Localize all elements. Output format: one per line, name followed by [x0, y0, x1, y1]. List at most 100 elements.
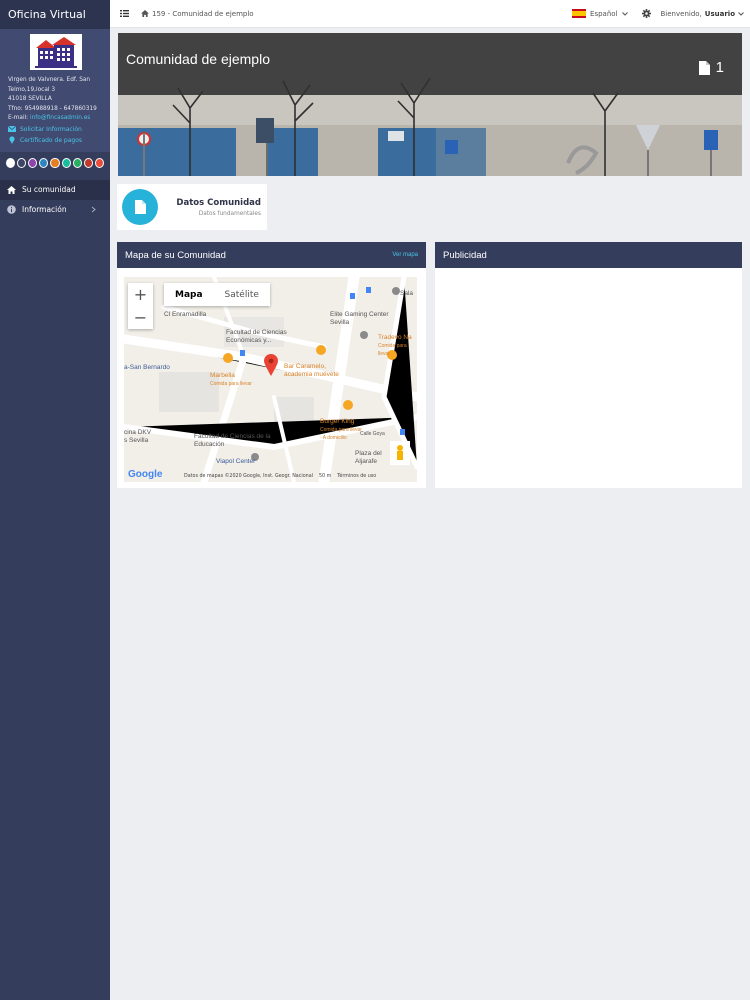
chevron-down-icon [621, 11, 628, 16]
gear-icon[interactable] [641, 9, 651, 18]
map-label: Sala [400, 290, 414, 297]
sidebar-item-su-comunidad[interactable]: Su comunidad [0, 179, 110, 200]
sidebar-item-informacion[interactable]: Información [0, 200, 110, 220]
chevron-down-icon [738, 11, 744, 16]
ver-mapa-link[interactable]: Ver mapa [392, 252, 418, 258]
map-panel-header: Mapa de su Comunidad Ver mapa [117, 242, 426, 268]
map-poi: Marbella Comida para llevar [210, 372, 252, 388]
topbar-right: Español Bienvenido, Usuario [572, 9, 750, 18]
map-poi-sub: Comida para llevar [210, 380, 252, 387]
map-type-satellite-button[interactable]: Satélite [214, 283, 270, 306]
map-label: Cl Enramadilla [164, 311, 207, 318]
map-panel: Mapa de su Comunidad Ver mapa Cl Enramad… [117, 242, 426, 488]
map-label: Calle Goya [360, 431, 385, 437]
theme-swatch[interactable] [94, 157, 104, 168]
map-attribution: Datos de mapas ©2020 Google, Inst. Geogr… [184, 474, 417, 479]
zoom-in-button[interactable]: + [128, 283, 153, 306]
sidebar-nav: Su comunidad Información [0, 179, 110, 220]
community-hero-banner: Comunidad de ejemplo 1 [118, 33, 742, 176]
map-poi-sub: · A domicilio [320, 435, 347, 441]
spain-flag-icon [572, 9, 587, 18]
theme-swatch[interactable] [50, 157, 60, 168]
request-info-link[interactable]: Solicitar Información [8, 124, 104, 135]
map-zoom-control: + − [128, 283, 153, 329]
zoom-out-button[interactable]: − [128, 306, 153, 329]
address-line: Telmo,19,local 3 [8, 86, 56, 93]
card-text: Datos Comunidad Datos fundamentales [176, 198, 261, 217]
email-link[interactable]: info@fincasadmin.es [30, 115, 90, 121]
menu-toggle-icon[interactable] [120, 10, 129, 17]
map-type-map-button[interactable]: Mapa [164, 283, 214, 306]
map-attribution-text: Datos de mapas ©2020 Google, Inst. Geogr… [184, 474, 313, 479]
home-icon [141, 10, 149, 17]
community-title: Comunidad de ejemplo [126, 51, 270, 67]
map-type-control: Mapa Satélite [164, 283, 270, 306]
map-poi-name: Bar Caramelo, [284, 363, 326, 370]
sidebar-item-label: Información [22, 205, 67, 214]
publicidad-panel-header: Publicidad [435, 242, 742, 268]
google-map[interactable]: Cl Enramadilla Facultad de Ciencias Econ… [124, 277, 417, 482]
map-poi-name: Marbella [210, 372, 235, 379]
certificate-label: Certificado de pagos [20, 136, 83, 144]
map-label: Facultad de Ciencias Económicas y... [226, 329, 287, 344]
phone-text: Tfno: 954988918 - 647860319 [8, 105, 97, 112]
document-icon [698, 60, 710, 75]
document-icon [134, 200, 146, 214]
map-label: Elite Gaming Center Sevilla [330, 311, 389, 326]
datos-comunidad-card[interactable]: Datos Comunidad Datos fundamentales [117, 184, 267, 230]
certificate-link[interactable]: Certificado de pagos [8, 135, 104, 146]
map-terms-link[interactable]: Términos de uso [337, 474, 376, 479]
map-poi: Bar Caramelo, academia muévete [284, 363, 339, 378]
card-icon-circle [122, 189, 158, 225]
language-dropdown[interactable]: Español [572, 9, 628, 18]
user-name: Usuario [704, 9, 735, 18]
profile-block: Virgen de Valvnera. Edf. San Telmo,19,lo… [0, 29, 110, 152]
map-poi-sub: Comida para llevar [320, 426, 362, 433]
address-line: 41018 SEVILLA [8, 96, 52, 102]
building-logo-icon [30, 34, 82, 70]
topbar: 159 - Comunidad de ejemplo Español Bienv… [110, 0, 750, 28]
chevron-right-icon [91, 206, 96, 212]
certificate-icon [9, 136, 15, 144]
map-label: cina DKV [124, 429, 152, 436]
theme-swatch[interactable] [6, 157, 16, 168]
map-poi: Tradevo Na Comida para llevar [378, 334, 417, 359]
breadcrumb[interactable]: 159 - Comunidad de ejemplo [141, 10, 254, 18]
user-menu[interactable]: Bienvenido, Usuario [661, 10, 745, 18]
theme-swatches [0, 151, 110, 174]
map-panel-title: Mapa de su Comunidad [125, 249, 226, 261]
card-title: Datos Comunidad [176, 197, 261, 208]
map-poi-sub: Comida para llevar [378, 342, 407, 358]
theme-swatch[interactable] [72, 157, 82, 168]
sidebar-item-label: Su comunidad [22, 185, 76, 194]
publicidad-title: Publicidad [443, 249, 487, 261]
sidebar: Oficina Virtual Virgen de Valvnera. Edf.… [0, 0, 110, 1000]
map-label: s Sevilla [124, 437, 149, 444]
map-label: a-San Bernardo [124, 364, 170, 371]
breadcrumb-text: 159 - Comunidad de ejemplo [152, 9, 254, 18]
map-scale[interactable]: 50 m [319, 474, 331, 479]
card-subtitle: Datos fundamentales [198, 210, 261, 217]
map-poi-name: Burger King [320, 418, 355, 425]
map-label: Viapol Center [216, 458, 256, 465]
theme-swatch[interactable] [17, 157, 27, 168]
address-line: Virgen de Valvnera. Edf. San [8, 77, 91, 83]
document-count-value: 1 [715, 59, 724, 76]
envelope-icon [8, 126, 16, 132]
map-label: Plaza del Aljarafe [355, 450, 382, 465]
info-circle-icon [7, 205, 16, 214]
email-row: E-mail: info@fincasadmin.es [8, 114, 104, 124]
theme-swatch[interactable] [28, 157, 38, 168]
home-icon [7, 185, 16, 194]
google-logo: Google [128, 469, 163, 480]
request-info-label: Solicitar Información [20, 125, 82, 133]
welcome-text: Bienvenido, [660, 9, 702, 18]
theme-swatch[interactable] [83, 157, 93, 168]
app-title[interactable]: Oficina Virtual [0, 0, 110, 29]
theme-swatch[interactable] [61, 157, 71, 168]
theme-swatch[interactable] [39, 157, 49, 168]
map-poi-name: academia muévete [284, 370, 339, 378]
document-count[interactable]: 1 [698, 59, 724, 76]
email-label: E-mail: [8, 115, 29, 121]
map-poi: Burger King Comida para llevar · A domicil… [320, 418, 362, 443]
